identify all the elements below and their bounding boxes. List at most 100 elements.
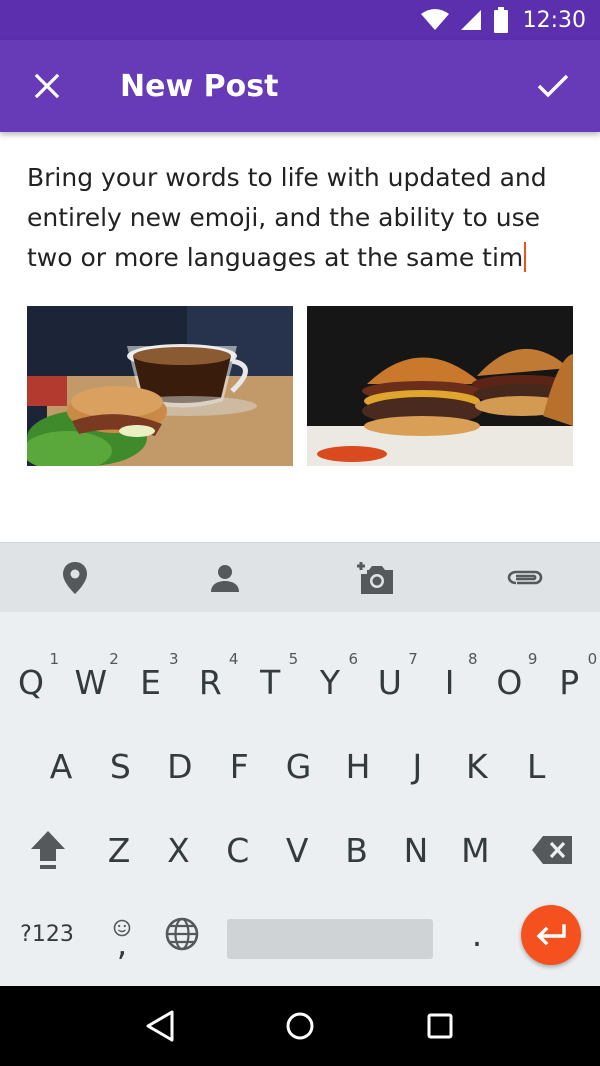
key-hint: 8 bbox=[468, 650, 478, 668]
signal-icon bbox=[459, 8, 483, 32]
key-label: I bbox=[444, 662, 455, 702]
battery-icon bbox=[493, 7, 509, 33]
post-text-input[interactable]: Bring your words to life with updated an… bbox=[27, 158, 577, 278]
key-n[interactable]: N bbox=[386, 810, 446, 890]
key-label: Q bbox=[18, 662, 44, 702]
key-r[interactable]: R4 bbox=[180, 642, 240, 722]
key-f[interactable]: F bbox=[209, 726, 269, 806]
location-button[interactable] bbox=[0, 543, 150, 613]
key-label: D bbox=[167, 746, 193, 786]
space-key[interactable] bbox=[227, 919, 433, 959]
globe-icon bbox=[165, 917, 199, 951]
recents-button[interactable] bbox=[410, 996, 470, 1056]
key-label: K bbox=[465, 746, 488, 786]
confirm-button[interactable] bbox=[506, 40, 600, 132]
post-editor: Bring your words to life with updated an… bbox=[0, 132, 600, 542]
add-photo-button[interactable] bbox=[300, 543, 450, 613]
key-hint: 4 bbox=[228, 650, 239, 668]
period-key[interactable]: . bbox=[447, 899, 507, 969]
compose-toolbar bbox=[0, 542, 600, 612]
key-label: H bbox=[345, 746, 371, 786]
key-hint: 1 bbox=[49, 650, 59, 668]
keyboard-row-2: ASDFGH J KL bbox=[0, 726, 600, 806]
key-label: U bbox=[377, 662, 402, 702]
key-x[interactable]: X bbox=[148, 810, 208, 890]
key-s[interactable]: S bbox=[90, 726, 150, 806]
post-text: Bring your words to life with updated an… bbox=[27, 163, 547, 272]
key-label: C bbox=[226, 830, 250, 870]
backspace-icon bbox=[532, 836, 572, 864]
enter-key[interactable] bbox=[521, 905, 581, 965]
shift-key[interactable] bbox=[18, 810, 78, 890]
person-icon bbox=[211, 564, 239, 592]
key-q[interactable]: Q1 bbox=[1, 642, 61, 722]
attach-icon bbox=[507, 570, 543, 584]
key-hint: 9 bbox=[527, 650, 538, 668]
key-i[interactable]: I8 bbox=[420, 642, 480, 722]
symbols-key[interactable]: ?123 bbox=[17, 894, 77, 974]
key-hint: 6 bbox=[348, 650, 358, 668]
key-label: X bbox=[167, 830, 190, 870]
key-e[interactable]: E3 bbox=[121, 642, 181, 722]
key-hint: 0 bbox=[587, 650, 598, 668]
key-u[interactable]: U7 bbox=[360, 642, 420, 722]
key-h[interactable]: H bbox=[328, 726, 388, 806]
coffee-and-sandwich-photo[interactable] bbox=[27, 306, 293, 466]
key-c[interactable]: C bbox=[208, 810, 268, 890]
key-d[interactable]: D bbox=[150, 726, 210, 806]
key-p[interactable]: P0 bbox=[539, 642, 599, 722]
emoji-icon bbox=[113, 906, 131, 945]
key-label: P bbox=[559, 662, 580, 702]
key-l[interactable]: L bbox=[506, 726, 566, 806]
close-button[interactable] bbox=[0, 40, 94, 132]
key-label: M bbox=[461, 830, 490, 870]
key-m[interactable]: M bbox=[445, 810, 505, 890]
key-z[interactable]: Z bbox=[89, 810, 149, 890]
key-label: L bbox=[526, 746, 546, 786]
comma-emoji-key[interactable]: , bbox=[92, 894, 152, 974]
system-nav-bar bbox=[0, 986, 600, 1066]
key-hint: 3 bbox=[169, 650, 179, 668]
key-o[interactable]: O9 bbox=[479, 642, 539, 722]
attach-button[interactable] bbox=[450, 543, 600, 613]
keyboard-row-3: ZXCVBNM bbox=[0, 810, 600, 890]
key-label: W bbox=[74, 662, 108, 702]
key-label: G bbox=[285, 746, 312, 786]
key-j[interactable]: J bbox=[387, 726, 447, 806]
key-a[interactable]: A bbox=[31, 726, 91, 806]
back-icon bbox=[146, 1010, 174, 1042]
backspace-key[interactable] bbox=[522, 810, 582, 890]
key-t[interactable]: T5 bbox=[240, 642, 300, 722]
location-icon bbox=[63, 561, 87, 594]
key-w[interactable]: W2 bbox=[61, 642, 121, 722]
home-icon bbox=[286, 1012, 314, 1040]
burgers-photo[interactable] bbox=[307, 306, 573, 466]
key-label: S bbox=[109, 746, 131, 786]
language-key[interactable] bbox=[152, 899, 212, 969]
key-hint: 5 bbox=[288, 650, 299, 668]
add-photo-icon bbox=[357, 561, 393, 594]
app-bar: New Post bbox=[0, 40, 600, 132]
status-bar: 12:30 bbox=[0, 0, 600, 40]
key-hint: 7 bbox=[408, 650, 418, 668]
key-label: F bbox=[229, 746, 249, 786]
close-icon bbox=[34, 73, 60, 99]
page-title: New Post bbox=[120, 68, 279, 104]
key-hint: 2 bbox=[109, 650, 119, 668]
key-g[interactable]: G bbox=[269, 726, 329, 806]
key-label: R bbox=[198, 662, 222, 702]
enter-icon bbox=[536, 924, 566, 946]
key-b[interactable]: B bbox=[327, 810, 387, 890]
key-v[interactable]: V bbox=[267, 810, 327, 890]
home-button[interactable] bbox=[270, 996, 330, 1056]
key-label: Y bbox=[319, 662, 341, 702]
key-label: T bbox=[260, 662, 281, 702]
key-label: E bbox=[140, 662, 162, 702]
back-button[interactable] bbox=[130, 996, 190, 1056]
key-label: V bbox=[285, 830, 309, 870]
key-label: N bbox=[403, 830, 429, 870]
key-k[interactable]: K bbox=[447, 726, 507, 806]
key-y[interactable]: Y6 bbox=[300, 642, 360, 722]
tag-person-button[interactable] bbox=[150, 543, 300, 613]
key-label: Z bbox=[107, 830, 131, 870]
